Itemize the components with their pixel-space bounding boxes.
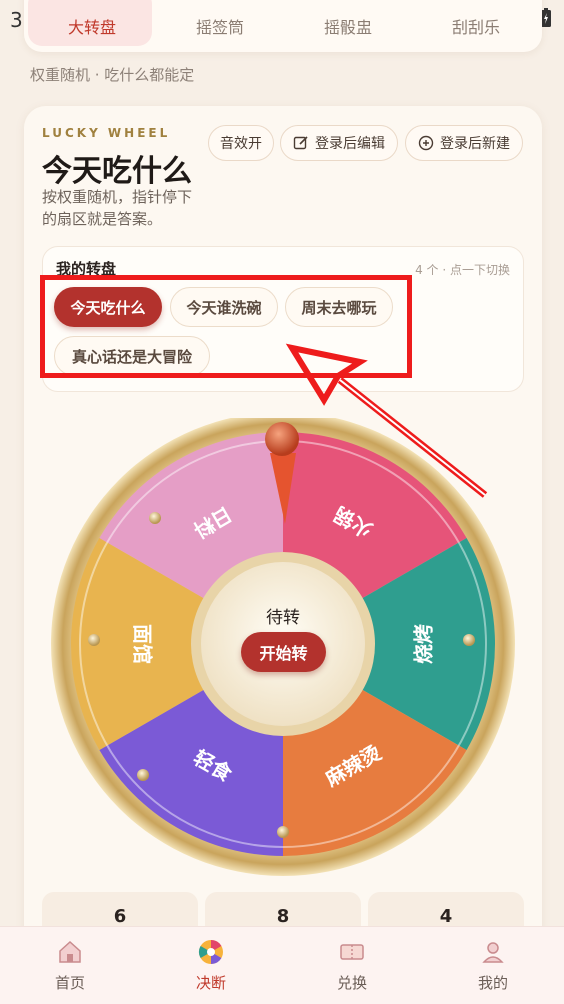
wheel-segment-label: 面馆 — [131, 624, 155, 664]
spin-button[interactable]: 开始转 — [241, 632, 326, 672]
page-subtitle: 权重随机 · 吃什么都能定 — [30, 66, 195, 84]
wheel-description: 按权重随机，指针停下的扇区就是答案。 — [42, 188, 193, 228]
edit-icon — [293, 136, 308, 150]
my-wheels-hint: 4 个 · 点一下切换 — [415, 263, 510, 277]
sound-label: 音效开 — [220, 136, 262, 152]
new-label: 登录后新建 — [440, 136, 510, 152]
sound-toggle-button[interactable]: 音效开 — [208, 125, 274, 161]
ticket-icon — [340, 944, 364, 960]
wheel-title: 今天吃什么 — [42, 154, 192, 189]
edit-label: 登录后编辑 — [315, 136, 385, 152]
nav-exchange[interactable]: 兑换 — [312, 932, 392, 993]
eyebrow-label: LUCKY WHEEL — [42, 126, 171, 140]
tab-dice-cup[interactable]: 摇骰盅 — [318, 14, 378, 38]
wheel-segment-label: 烧烤 — [412, 624, 436, 664]
nav-home[interactable]: 首页 — [30, 932, 110, 993]
nav-me[interactable]: 我的 — [453, 932, 533, 993]
wheel-status: 待转 — [266, 608, 300, 628]
tab-wheel[interactable]: 大转盘 — [62, 14, 122, 38]
user-icon — [482, 942, 504, 963]
rim-stud — [149, 512, 161, 524]
rim-stud — [137, 769, 149, 781]
wheel-icon — [198, 940, 223, 964]
rim-stud — [88, 634, 100, 646]
nav-me-label: 我的 — [477, 974, 508, 992]
nav-decide-label: 决断 — [195, 974, 226, 992]
add-icon — [418, 135, 434, 151]
home-icon — [59, 940, 81, 963]
edit-button[interactable]: 登录后编辑 — [280, 125, 398, 161]
nav-home-label: 首页 — [54, 974, 85, 992]
nav-exchange-label: 兑换 — [336, 974, 367, 992]
rim-stud — [277, 826, 289, 838]
nav-decide[interactable]: 决断 — [171, 932, 251, 993]
rim-stud — [463, 634, 475, 646]
new-wheel-button[interactable]: 登录后新建 — [405, 125, 523, 161]
tab-scratch-card[interactable]: 刮刮乐 — [446, 14, 506, 38]
tab-lottery-tube[interactable]: 摇签筒 — [190, 14, 250, 38]
pointer-knob — [265, 422, 299, 456]
